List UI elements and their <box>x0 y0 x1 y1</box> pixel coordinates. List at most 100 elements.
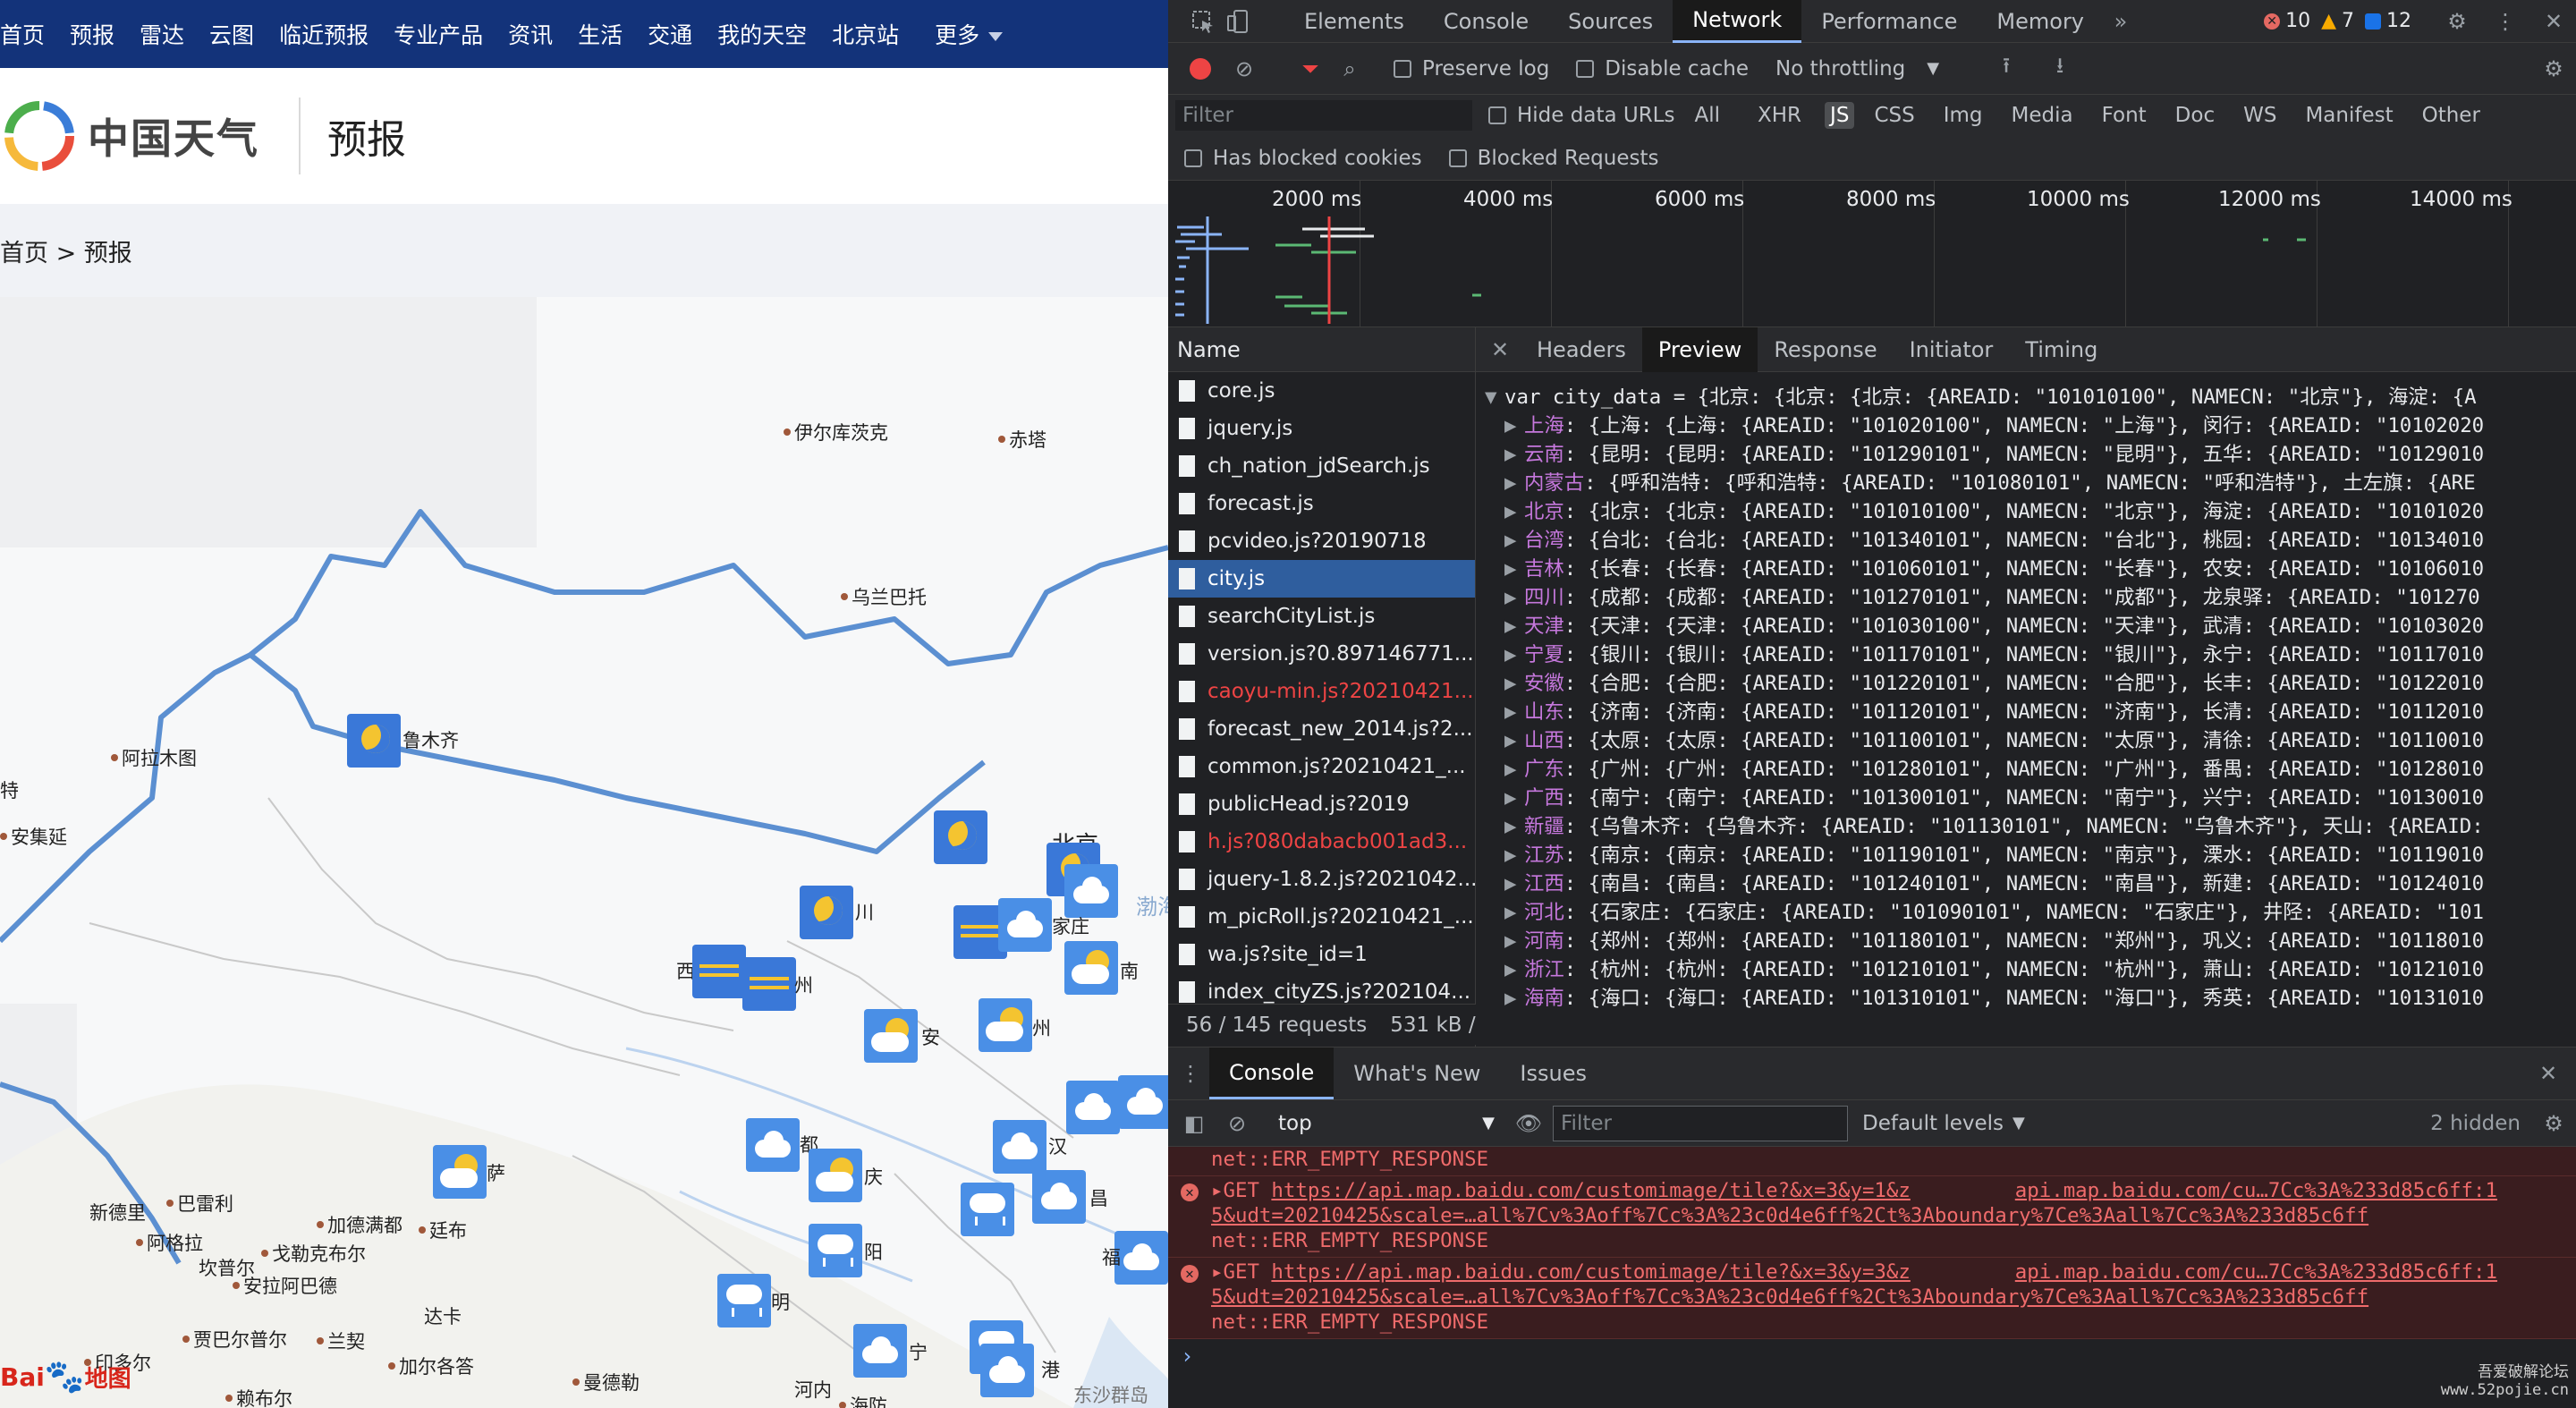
tree-node[interactable]: ▶ 北京: {北京: {北京: {AREAID: "101010100", NAM… <box>1485 497 2567 526</box>
console-request-url-cont[interactable]: 5&udt=20210425&scale=…all%7Cv%3Aoff%7Cc%… <box>1211 1204 2368 1227</box>
cloudy-night-icon[interactable] <box>998 898 1052 952</box>
partly-cloudy-icon[interactable] <box>1064 941 1118 995</box>
city-label[interactable]: 安集延 <box>0 823 67 850</box>
tab-headers[interactable]: Headers <box>1521 327 1642 372</box>
tree-node[interactable]: ▶ 内蒙古: {呼和浩特: {呼和浩特: {AREAID: "101080101"… <box>1485 469 2567 497</box>
console-error-message[interactable]: net::ERR_EMPTY_RESPONSE <box>1168 1147 2576 1176</box>
city-label[interactable]: 曼德勒 <box>572 1369 640 1395</box>
console-error-message[interactable]: ✕ ▸GET https://api.map.baidu.com/customi… <box>1168 1258 2576 1339</box>
city-label[interactable]: 戈勒克布尔 <box>261 1240 366 1267</box>
city-label[interactable]: 昌 <box>1089 1184 1108 1211</box>
tab-network[interactable]: Network <box>1673 0 1802 43</box>
cloudy-icon[interactable] <box>980 1344 1034 1397</box>
request-row-failed[interactable]: caoyu-min.js?20210421... <box>1168 673 1475 710</box>
tree-node[interactable]: ▶ 新疆: {乌鲁木齐: {乌鲁木齐: {AREAID: "101130101",… <box>1485 812 2567 841</box>
import-har-icon[interactable]: ⭱ <box>1993 53 2020 82</box>
city-label[interactable]: 伊尔库茨克 <box>784 419 888 445</box>
tree-node[interactable]: ▶ 四川: {成都: {成都: {AREAID: "101270101", NAM… <box>1485 583 2567 612</box>
request-row[interactable]: jquery.js <box>1168 410 1475 447</box>
filter-type-manifest[interactable]: Manifest <box>2300 102 2398 129</box>
city-label[interactable]: 鲁木齐 <box>402 726 459 753</box>
cloudy-icon[interactable] <box>853 1324 907 1378</box>
nav-cloud[interactable]: 云图 <box>209 18 254 50</box>
tree-node[interactable]: ▶ 河北: {石家庄: {石家庄: {AREAID: "101090101", N… <box>1485 898 2567 927</box>
filter-type-all[interactable]: All <box>1689 102 1725 129</box>
city-label[interactable]: 汉 <box>1048 1132 1067 1159</box>
tree-node[interactable]: ▶ 宁夏: {银川: {银川: {AREAID: "101170101", NAM… <box>1485 640 2567 669</box>
wind-icon[interactable] <box>692 945 746 998</box>
tab-initiator[interactable]: Initiator <box>1894 327 2010 372</box>
cloudy-icon[interactable] <box>1032 1170 1086 1224</box>
network-settings-gear-icon[interactable]: ⚙ <box>2540 55 2567 82</box>
export-har-icon[interactable]: ⭳ <box>2046 53 2073 82</box>
city-label[interactable]: 宁 <box>909 1338 928 1365</box>
error-count-badge[interactable]: ✕ 10 <box>2264 10 2310 32</box>
weather-logo-icon[interactable] <box>2 98 77 174</box>
search-icon[interactable]: ⌕ <box>1336 55 1363 82</box>
city-label[interactable]: 东沙群岛 <box>1073 1381 1148 1408</box>
tree-node[interactable]: ▶ 云南: {昆明: {昆明: {AREAID: "101290101", NAM… <box>1485 440 2567 469</box>
filter-type-css[interactable]: CSS <box>1868 102 1919 129</box>
nav-products[interactable]: 专业产品 <box>394 18 483 50</box>
message-count-badge[interactable]: 12 <box>2365 10 2411 32</box>
has-blocked-cookies-checkbox[interactable]: Has blocked cookies <box>1184 147 1422 170</box>
request-row[interactable]: wa.js?site_id=1 <box>1168 936 1475 973</box>
request-row[interactable]: common.js?20210421_... <box>1168 748 1475 785</box>
city-label[interactable]: 巴雷利 <box>166 1190 233 1217</box>
tree-node[interactable]: ▶ 天津: {天津: {天津: {AREAID: "101030100", NAM… <box>1485 612 2567 640</box>
request-row[interactable]: jquery-1.8.2.js?2021042... <box>1168 861 1475 898</box>
record-stop-icon[interactable] <box>1190 57 1211 80</box>
tree-node[interactable]: ▶ 江西: {南昌: {南昌: {AREAID: "101240101", NAM… <box>1485 869 2567 898</box>
device-toolbar-icon[interactable] <box>1225 8 1252 35</box>
city-label[interactable]: 海防 <box>839 1392 887 1408</box>
city-label[interactable]: 兰契 <box>317 1327 365 1354</box>
city-label[interactable]: 家庄 <box>1052 912 1089 939</box>
cloudy-icon[interactable] <box>1118 1075 1168 1129</box>
rain-icon[interactable] <box>961 1183 1014 1236</box>
network-overview-timeline[interactable]: 2000 ms 4000 ms 6000 ms 8000 ms 10000 ms… <box>1168 181 2576 327</box>
tree-node[interactable]: ▶ 广西: {南宁: {南宁: {AREAID: "101300101", NAM… <box>1485 784 2567 812</box>
request-row[interactable]: forecast_new_2014.js?2... <box>1168 710 1475 748</box>
console-request-url-cont[interactable]: 5&udt=20210425&scale=…all%7Cv%3Aoff%7Cc%… <box>1211 1285 2368 1309</box>
filter-type-media[interactable]: Media <box>2006 102 2079 129</box>
request-row[interactable]: ch_nation_jdSearch.js <box>1168 447 1475 485</box>
city-label[interactable]: 阿格拉 <box>136 1229 203 1256</box>
nav-my-sky[interactable]: 我的天空 <box>717 18 807 50</box>
city-label[interactable]: 赖布尔 <box>225 1385 292 1408</box>
cloudy-icon[interactable] <box>746 1118 800 1172</box>
drawer-tab-console[interactable]: Console <box>1209 1048 1335 1099</box>
tab-elements[interactable]: Elements <box>1284 0 1424 43</box>
city-label[interactable]: 安 <box>921 1023 940 1050</box>
request-row[interactable]: searchCityList.js <box>1168 598 1475 635</box>
console-source-link[interactable]: api.map.baidu.com/cu…7Cc%3A%233d85c6ff:1 <box>2015 1260 2497 1285</box>
tab-memory[interactable]: Memory <box>1977 0 2104 43</box>
city-label[interactable]: 州 <box>794 971 813 998</box>
tree-root[interactable]: ▼ var city_data = {北京: {北京: {北京: {AREAID:… <box>1485 383 2567 411</box>
drawer-menu-icon[interactable]: ⋮ <box>1177 1060 1204 1087</box>
city-label[interactable]: 新德里 <box>89 1199 146 1226</box>
city-label[interactable]: 乌兰巴托 <box>841 583 927 610</box>
log-levels-select[interactable]: Default levels ▼ <box>1862 1112 2025 1135</box>
filter-type-img[interactable]: Img <box>1938 102 1988 129</box>
request-row[interactable]: core.js <box>1168 372 1475 410</box>
rain-icon[interactable] <box>809 1224 862 1277</box>
request-row-selected[interactable]: city.js <box>1168 560 1475 598</box>
city-label[interactable]: 阳 <box>864 1238 883 1265</box>
site-logo-text[interactable]: 中国天气 <box>88 106 259 165</box>
inspect-element-icon[interactable] <box>1190 8 1216 35</box>
disable-cache-checkbox[interactable]: Disable cache <box>1576 57 1749 81</box>
partly-cloudy-icon[interactable] <box>864 1009 918 1063</box>
tree-node[interactable]: ▶ 海南: {海口: {海口: {AREAID: "101310101", NAM… <box>1485 984 2567 1013</box>
filter-funnel-icon[interactable]: ⏷ <box>1297 55 1324 82</box>
tab-preview[interactable]: Preview <box>1641 327 1758 372</box>
nav-radar[interactable]: 雷达 <box>140 18 184 50</box>
tree-node[interactable]: ▶ 台湾: {台北: {台北: {AREAID: "101340101", NAM… <box>1485 526 2567 555</box>
city-label[interactable]: 达卡 <box>424 1302 462 1329</box>
cloudy-icon[interactable] <box>1114 1231 1168 1285</box>
context-select[interactable]: top ▼ <box>1268 1107 1504 1141</box>
drawer-tab-issues[interactable]: Issues <box>1500 1048 1606 1099</box>
hide-data-urls-checkbox[interactable]: Hide data URLs <box>1488 104 1674 127</box>
city-label[interactable]: 阿拉木图 <box>111 744 197 771</box>
live-expression-eye-icon[interactable]: 👁 <box>1515 1110 1542 1137</box>
nav-nowcast[interactable]: 临近预报 <box>279 18 369 50</box>
